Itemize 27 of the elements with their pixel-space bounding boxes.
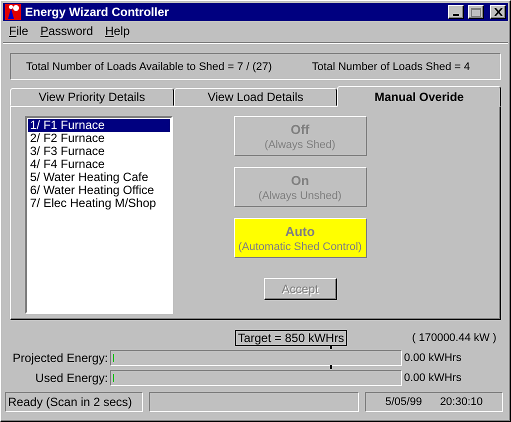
- wizard-icon: [5, 4, 21, 20]
- minimize-button[interactable]: [448, 5, 464, 19]
- menu-item[interactable]: File: [9, 24, 28, 38]
- loads-available-text: Total Number of Loads Available to Shed = 7 / (27): [26, 60, 272, 72]
- meter-reading: 0.00 kWHrs: [404, 372, 462, 384]
- window-title: Energy Wizard Controller: [25, 5, 170, 19]
- target-marker: [330, 365, 332, 369]
- close-button[interactable]: [490, 5, 506, 19]
- meter-label: Used Energy:: [34, 371, 108, 385]
- meter-label: Projected Energy:: [12, 351, 108, 365]
- status-time: 20:30:10: [440, 396, 483, 408]
- status-message: Ready (Scan in 2 secs): [5, 392, 143, 412]
- meter-reading: 0.00 kWHrs: [404, 352, 462, 364]
- target-marker: [330, 345, 332, 349]
- target-label: Target = 850 kWHrs: [234, 330, 348, 346]
- close-icon: [494, 8, 502, 16]
- maximize-icon: [471, 8, 481, 16]
- status-date: 5/05/99: [385, 396, 422, 408]
- tab[interactable]: Manual Overide: [337, 86, 502, 107]
- maximize-button[interactable]: [468, 5, 484, 19]
- list-item[interactable]: 1/ F1 Furnace: [28, 119, 170, 132]
- loads-shed-text: Total Number of Loads Shed = 4: [312, 60, 470, 72]
- tab[interactable]: View Load Details: [174, 88, 338, 106]
- menu-item[interactable]: Password: [40, 24, 94, 38]
- tab[interactable]: View Priority Details: [10, 88, 174, 106]
- menu-item[interactable]: Help: [105, 24, 130, 38]
- power-reading: ( 170000.44 kW ): [412, 332, 498, 344]
